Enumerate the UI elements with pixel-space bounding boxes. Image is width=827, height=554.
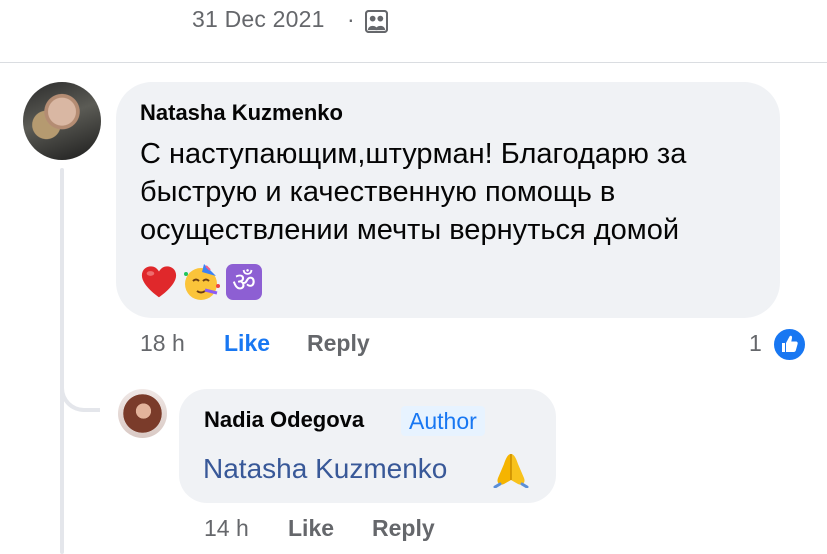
meta-separator: ·	[347, 6, 355, 32]
thread-connector	[60, 330, 100, 412]
comment-text: С наступающим,штурман! Благодарю за быст…	[140, 138, 687, 246]
comment-author-name[interactable]: Natasha Kuzmenko	[140, 100, 343, 126]
reply-like-button[interactable]: Like	[288, 515, 334, 542]
reply-mention[interactable]: Natasha Kuzmenko	[203, 453, 447, 485]
reply-button[interactable]: Reply	[307, 330, 370, 357]
like-button[interactable]: Like	[224, 330, 270, 357]
om-symbol-emoji: ॐ	[226, 264, 262, 300]
author-badge: Author	[401, 406, 485, 436]
comment-time[interactable]: 18 h	[140, 330, 185, 357]
reply-author-name[interactable]: Nadia Odegova	[204, 407, 364, 433]
avatar-nadia[interactable]	[118, 389, 167, 438]
post-date[interactable]: 31 Dec 2021	[192, 6, 325, 33]
reply-time[interactable]: 14 h	[204, 515, 249, 542]
partying-face-emoji	[184, 264, 220, 300]
avatar-natasha[interactable]	[23, 82, 101, 160]
like-icon[interactable]	[772, 327, 807, 362]
divider	[0, 62, 827, 63]
folded-hands-emoji	[493, 454, 529, 488]
reply-reply-button[interactable]: Reply	[372, 515, 435, 542]
reaction-count[interactable]: 1	[749, 330, 762, 357]
group-icon	[365, 10, 388, 33]
red-heart-emoji	[141, 266, 177, 298]
